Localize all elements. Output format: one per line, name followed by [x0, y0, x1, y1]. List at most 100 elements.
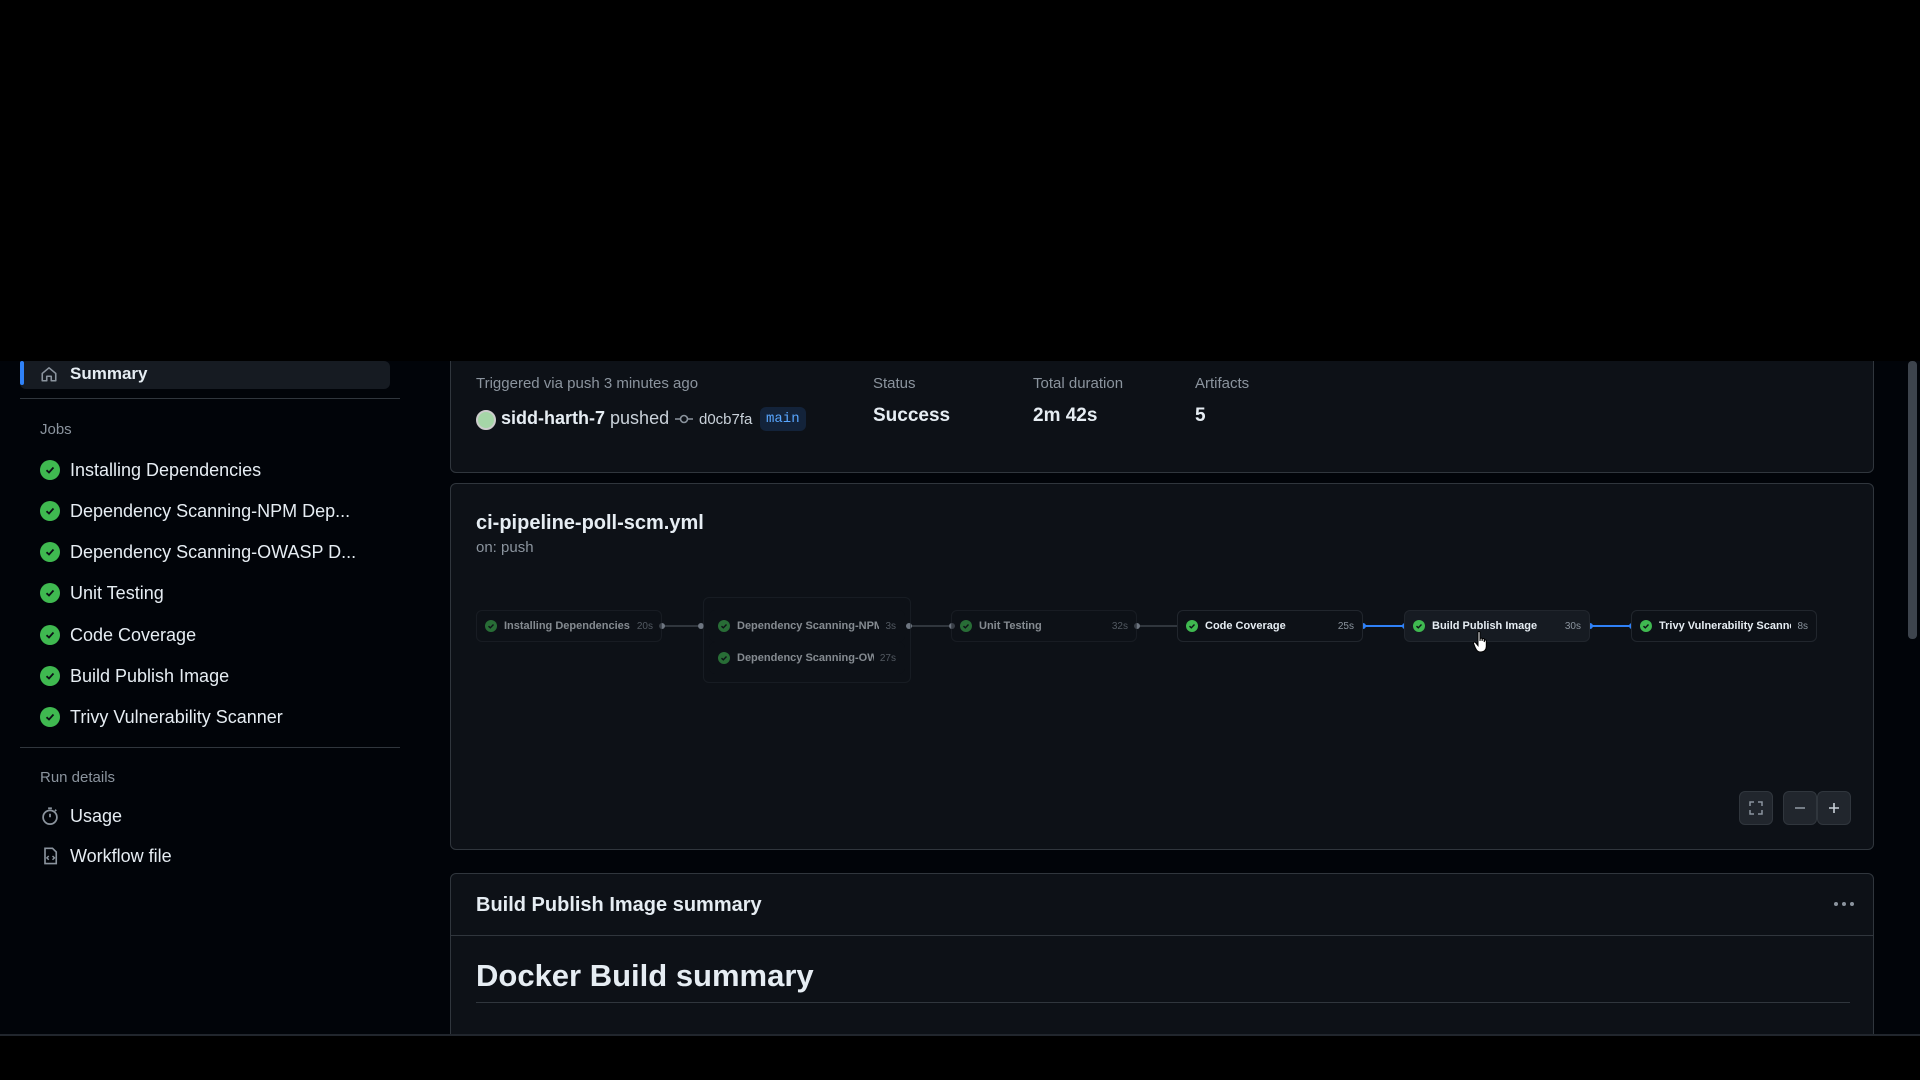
- graph-node-label: Dependency Scanning-OW...: [737, 652, 874, 664]
- run-summary-card: Triggered via push 3 minutes ago sidd-ha…: [450, 361, 1874, 473]
- fullscreen-button[interactable]: [1739, 791, 1773, 825]
- graph-node-duration: 3s: [885, 620, 896, 632]
- active-indicator: [20, 361, 24, 385]
- graph-node-duration: 27s: [879, 652, 896, 664]
- graph-node-label: Unit Testing: [979, 620, 1042, 632]
- zoom-in-button[interactable]: [1817, 791, 1851, 825]
- check-circle-icon: [40, 542, 60, 562]
- artifacts-label: Artifacts: [1195, 375, 1250, 392]
- check-circle-icon: [40, 666, 60, 686]
- graph-node-duration: 32s: [1111, 620, 1128, 632]
- graph-node-duration: 8s: [1797, 620, 1808, 632]
- job-summary-title: Build Publish Image summary: [476, 894, 762, 916]
- file-code-icon: [44, 847, 58, 865]
- sidebar-job-dependency-scanning-owasp[interactable]: Dependency Scanning-OWASP D...: [40, 537, 356, 567]
- graph-node-dependency-scanning-owasp[interactable]: Dependency Scanning-OW... 27s: [709, 642, 905, 674]
- git-commit-icon: [675, 414, 693, 424]
- jobs-section-title: Jobs: [40, 421, 72, 438]
- graph-node-label: Trivy Vulnerability Scanner: [1659, 620, 1792, 632]
- sidebar-item-label: Workflow file: [70, 845, 172, 866]
- duration-label: Total duration: [1033, 375, 1124, 392]
- graph-node-label: Build Publish Image: [1432, 620, 1538, 632]
- graph-node-label: Dependency Scanning-NPM ...: [737, 620, 880, 632]
- hand-cursor-icon: [1473, 631, 1487, 653]
- sidebar-job-trivy-vulnerability-scanner[interactable]: Trivy Vulnerability Scanner: [40, 702, 283, 732]
- check-circle-icon: [960, 620, 972, 632]
- sidebar-job-dependency-scanning-npm[interactable]: Dependency Scanning-NPM Dep...: [40, 496, 350, 526]
- workflow-trigger: on: push: [476, 539, 534, 556]
- branch-label[interactable]: main: [760, 407, 806, 431]
- graph-connector-highlighted: [1363, 625, 1405, 627]
- sidebar-job-code-coverage[interactable]: Code Coverage: [40, 620, 196, 650]
- check-circle-icon: [40, 625, 60, 645]
- artifacts-value[interactable]: 5: [1195, 405, 1206, 427]
- home-icon: [41, 367, 57, 382]
- job-label: Installing Dependencies: [70, 459, 262, 480]
- job-label: Code Coverage: [70, 624, 197, 645]
- check-circle-icon: [1186, 620, 1198, 632]
- bottom-bar: [0, 1034, 1920, 1080]
- sidebar-divider: [20, 398, 400, 399]
- workflow-file-name: ci-pipeline-poll-scm.yml: [476, 512, 704, 534]
- avatar[interactable]: [476, 410, 496, 430]
- sidebar-job-unit-testing[interactable]: Unit Testing: [40, 578, 164, 608]
- kebab-horizontal-icon: [1834, 902, 1838, 906]
- job-summary-card: Build Publish Image summary Docker Build…: [450, 873, 1874, 1034]
- check-circle-icon: [718, 620, 730, 632]
- zoom-out-button[interactable]: [1783, 791, 1817, 825]
- summary-heading: Docker Build summary: [476, 958, 814, 993]
- sidebar-item-summary[interactable]: Summary: [20, 361, 390, 389]
- kebab-dot: [1850, 902, 1854, 906]
- more-options-button[interactable]: [1829, 892, 1859, 916]
- check-circle-icon: [718, 652, 730, 664]
- graph-node-duration: 30s: [1564, 620, 1581, 632]
- graph-node-duration: 25s: [1337, 620, 1354, 632]
- graph-connector: [1137, 625, 1179, 627]
- status-value: Success: [873, 405, 951, 426]
- minus-icon: [1795, 807, 1805, 809]
- check-circle-icon: [485, 620, 497, 632]
- check-circle-icon: [40, 460, 60, 480]
- graph-node-label: Installing Dependencies: [504, 620, 630, 632]
- job-summary-header: Build Publish Image summary: [451, 874, 1873, 936]
- commit-sha-link[interactable]: d0cb7fa: [699, 411, 752, 428]
- sidebar-job-installing-dependencies[interactable]: Installing Dependencies: [40, 455, 261, 485]
- check-circle-icon: [1413, 620, 1425, 632]
- sidebar-divider: [20, 747, 400, 748]
- fullscreen-icon: [1749, 801, 1763, 815]
- graph-connector-highlighted: [1590, 625, 1632, 627]
- job-label: Dependency Scanning-OWASP D...: [70, 541, 357, 562]
- graph-node-build-publish-image[interactable]: Build Publish Image 30s: [1404, 610, 1590, 642]
- sidebar-job-build-publish-image[interactable]: Build Publish Image: [40, 661, 229, 691]
- sidebar-item-workflow-file[interactable]: Workflow file: [40, 842, 172, 870]
- check-circle-icon: [40, 501, 60, 521]
- graph-node-code-coverage[interactable]: Code Coverage 25s: [1177, 610, 1363, 642]
- check-circle-icon: [1640, 620, 1652, 632]
- graph-node-dependency-scanning-npm[interactable]: Dependency Scanning-NPM ... 3s: [709, 610, 905, 642]
- graph-connector: [909, 625, 949, 627]
- kebab-dot: [1842, 902, 1846, 906]
- sidebar-item-label: Summary: [70, 364, 148, 383]
- duration-value: 2m 42s: [1033, 405, 1098, 426]
- stopwatch-icon: [42, 807, 58, 825]
- check-circle-icon: [40, 583, 60, 603]
- run-details-section-title: Run details: [40, 769, 116, 786]
- scrollbar-thumb[interactable]: [1908, 361, 1917, 639]
- sidebar-item-usage[interactable]: Usage: [40, 802, 122, 830]
- trigger-text: Triggered via push 3 minutes ago: [476, 375, 699, 392]
- page-viewport: Summary Jobs Installing Dependencies Dep…: [0, 361, 1920, 1034]
- actor-action: pushed: [610, 408, 670, 428]
- run-sidebar: Summary Jobs Installing Dependencies Dep…: [0, 361, 410, 1034]
- graph-connector: [662, 625, 698, 627]
- workflow-graph-card: ci-pipeline-poll-scm.yml on: push Instal…: [450, 483, 1874, 850]
- graph-node-trivy-vulnerability-scanner[interactable]: Trivy Vulnerability Scanner 8s: [1631, 610, 1817, 642]
- job-label: Build Publish Image: [70, 665, 230, 686]
- actor-link[interactable]: sidd-harth-7: [501, 408, 605, 428]
- check-circle-icon: [40, 707, 60, 727]
- job-label: Dependency Scanning-NPM Dep...: [70, 500, 351, 521]
- graph-node-installing-dependencies[interactable]: Installing Dependencies 20s: [476, 610, 662, 642]
- job-label: Trivy Vulnerability Scanner: [70, 706, 283, 727]
- plus-icon: [1829, 803, 1839, 813]
- status-label: Status: [873, 375, 916, 392]
- graph-node-unit-testing[interactable]: Unit Testing 32s: [951, 610, 1137, 642]
